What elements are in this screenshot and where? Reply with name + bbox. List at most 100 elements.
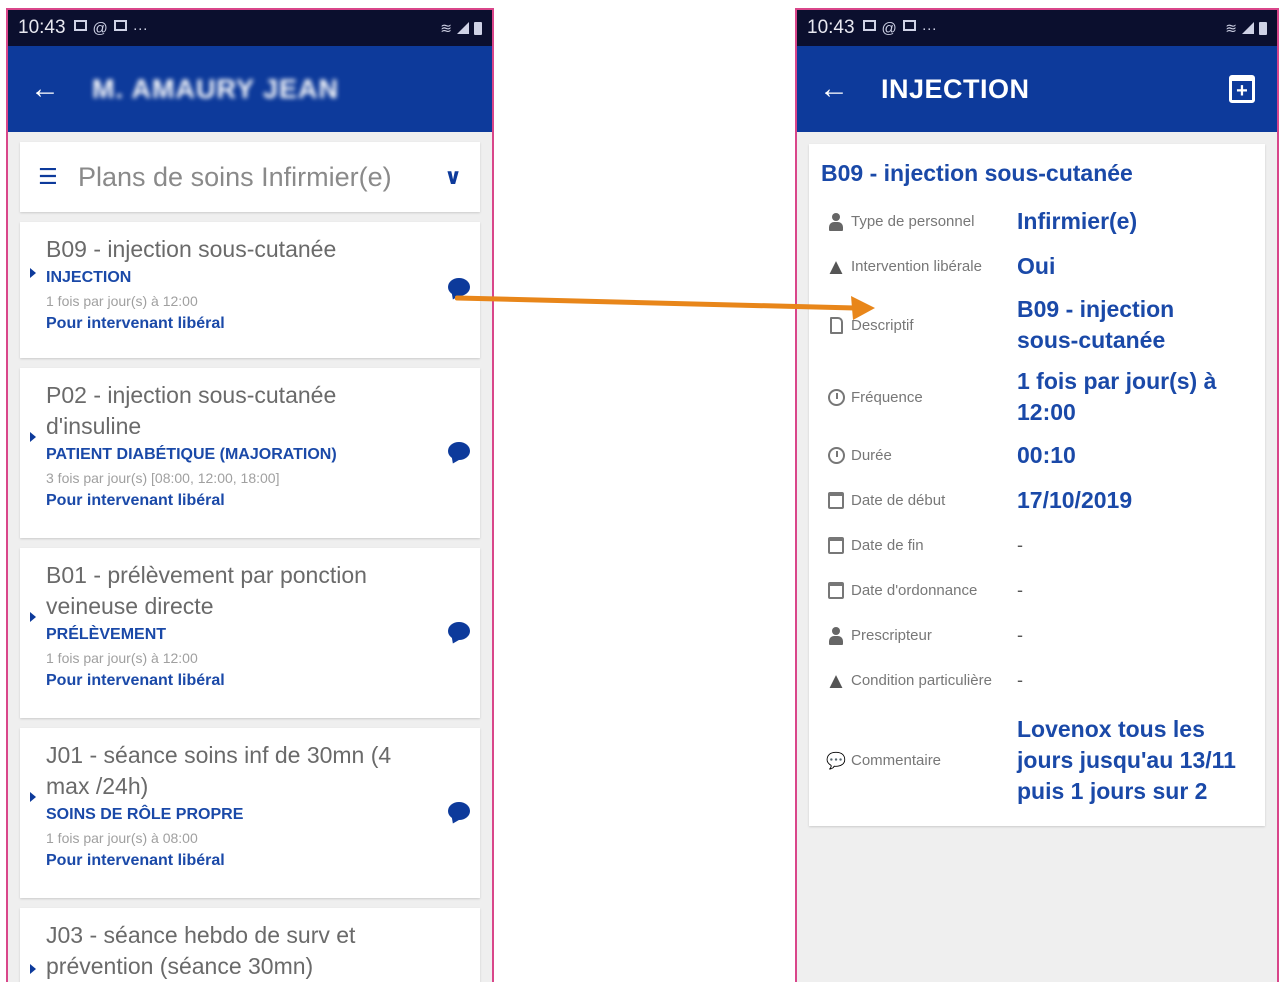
card-frequency: 1 fois par jour(s) à 12:00 [46,293,198,309]
wifi-icon: ≋ [1225,19,1237,36]
detail-row-frequency: Fréquence 1 fois par jour(s) à 12:00 [821,361,1255,433]
row-value: - [1017,625,1023,645]
app-bar: ← M. AMAURY JEAN [8,46,492,132]
care-plan-card[interactable]: B01 - prélèvement par ponction veineuse … [20,548,480,718]
clock-icon [827,447,845,464]
card-note: Pour intervenant libéral [46,315,225,332]
card-category: PRÉLÈVEMENT [46,626,167,643]
row-label: Date de début [851,492,946,509]
status-bar: 10:43 @ ··· ≋ [797,10,1277,46]
row-label: Condition particulière [851,672,992,689]
row-value: 1 fois par jour(s) à 12:00 [1017,368,1217,425]
row-label: Durée [851,447,892,464]
row-value: - [1017,535,1023,555]
care-detail-card: B09 - injection sous-cutanée Type de per… [809,144,1265,826]
chevron-down-icon: ∨ [444,164,462,189]
battery-icon [474,21,482,35]
card-title: B09 - injection sous-cutanée [46,236,337,262]
card-category: PATIENT DIABÉTIQUE (MAJORATION) [46,446,337,463]
card-title: P02 - injection sous-cutanée d'insuline [46,382,337,439]
care-plan-list-screen: 10:43 @ ··· ≋ ← M. AMAURY JEAN ☰ Plans d… [6,8,494,982]
screen-title: INJECTION [881,73,1030,104]
care-plan-card[interactable]: J01 - séance soins inf de 30mn (4 max /2… [20,728,480,898]
back-arrow-icon[interactable]: ← [819,72,863,106]
gallery-icon [862,19,876,31]
document-icon [902,19,916,31]
status-bar: 10:43 @ ··· ≋ [8,10,492,46]
detail-row-staff-type: Type de personnel Infirmier(e) [821,199,1255,244]
more-icon: ··· [132,19,148,37]
chat-icon: 💬 [826,752,846,770]
row-value: Oui [1017,253,1056,279]
card-title: J03 - séance hebdo de surv et prévention… [46,922,356,979]
clock-icon [827,388,845,406]
wifi-icon: ≋ [440,19,452,36]
row-value: B09 - injection sous-cutanée [1017,296,1175,353]
row-value: Lovenox tous les jours jusqu'au 13/11 pu… [1017,716,1236,804]
system-icons: ≋ [440,20,482,37]
card-frequency: 3 fois par jour(s) [08:00, 12:00, 18:00] [46,470,280,486]
signal-icon [457,22,469,34]
person-icon [828,212,844,231]
comment-bubble-icon[interactable] [448,622,470,640]
row-label: Fréquence [851,388,923,406]
status-time: 10:43 [807,17,855,38]
detail-row-comment: 💬 Commentaire Lovenox tous les jours jusq… [821,709,1255,812]
row-label: Date d'ordonnance [851,582,978,599]
app-bar: ← INJECTION + [797,46,1277,132]
card-frequency: 1 fois par jour(s) à 08:00 [46,830,198,846]
detail-row-duration: Durée 00:10 [821,433,1255,478]
care-detail-screen: 10:43 @ ··· ≋ ← INJECTION + B09 - inject… [795,8,1279,982]
status-time: 10:43 [18,17,66,38]
at-icon: @ [92,19,108,37]
detail-row-end-date: Date de fin - [821,523,1255,568]
row-label: Intervention libérale [851,258,982,275]
notification-icons: @ ··· [73,19,148,37]
detail-row-prescription-date: Date d'ordonnance - [821,568,1255,613]
comment-bubble-icon[interactable] [448,442,470,460]
back-arrow-icon[interactable]: ← [30,72,74,106]
battery-icon [1259,21,1267,35]
card-category: SOINS DE RÔLE PROPRE [46,806,244,823]
detail-title: B09 - injection sous-cutanée [821,160,1133,186]
card-title: J01 - séance soins inf de 30mn (4 max /2… [46,742,392,799]
care-plan-card[interactable]: B09 - injection sous-cutanée INJECTION 1… [20,222,480,358]
calendar-icon [828,582,844,599]
dropdown-label: Plans de soins Infirmier(e) [78,161,392,192]
care-plan-type-dropdown[interactable]: ☰ Plans de soins Infirmier(e) ∨ [20,142,480,212]
calendar-icon [828,537,844,554]
expand-indicator-icon [30,432,36,442]
connector-arrow-line [455,295,858,311]
card-note: Pour intervenant libéral [46,492,225,509]
row-value: 17/10/2019 [1017,487,1133,513]
calendar-add-icon[interactable]: + [1229,75,1255,103]
row-value: - [1017,670,1023,690]
at-icon: @ [881,19,897,37]
comment-bubble-icon[interactable] [448,802,470,820]
card-category: INJECTION [46,269,132,286]
connector-arrow [455,295,875,320]
more-icon: ··· [921,19,937,37]
card-note: Pour intervenant libéral [46,852,225,869]
care-plan-card[interactable]: J03 - séance hebdo de surv et prévention… [20,908,480,982]
care-plan-card[interactable]: P02 - injection sous-cutanée d'insuline … [20,368,480,538]
card-note: Pour intervenant libéral [46,672,225,689]
expand-indicator-icon [30,964,36,974]
document-icon [113,19,127,31]
expand-indicator-icon [30,612,36,622]
row-value: Infirmier(e) [1017,208,1138,234]
card-title: B01 - prélèvement par ponction veineuse … [46,562,367,619]
card-frequency: 1 fois par jour(s) à 12:00 [46,650,198,666]
detail-row-start-date: Date de début 17/10/2019 [821,478,1255,523]
row-value: 00:10 [1017,442,1076,468]
doctor-icon [828,626,844,645]
row-label: Commentaire [851,752,942,769]
calendar-icon [828,492,844,509]
expand-indicator-icon [30,792,36,802]
signal-icon [1242,22,1254,34]
warning-icon: ▲ [825,253,847,279]
patient-name-title: M. AMAURY JEAN [92,73,340,104]
gallery-icon [73,19,87,31]
row-label: Type de personnel [851,213,975,230]
detail-row-prescriber: Prescripteur - [821,613,1255,658]
